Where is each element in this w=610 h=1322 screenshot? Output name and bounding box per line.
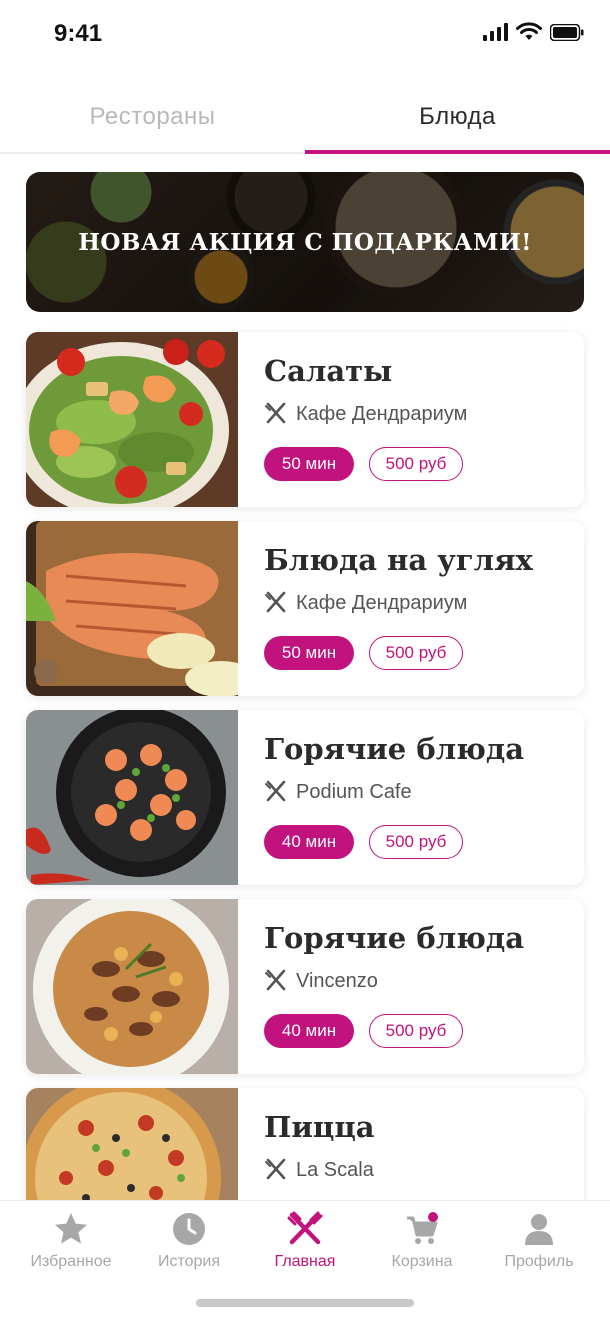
battery-icon [550,23,584,41]
dish-title: Горячие блюда [264,732,524,766]
price-badge: 500 руб [369,1014,463,1048]
dish-image-mushroom-plate [26,899,238,1074]
cutlery-icon [265,591,286,613]
home-indicator [196,1299,414,1307]
dish-title: Салаты [264,354,393,388]
promo-banner-text: НОВАЯ АКЦИЯ С ПОДАРКАМИ! [78,228,532,256]
dish-restaurant: Кафе Дендрариум [264,402,467,426]
nav-home[interactable]: Главная [244,1211,366,1281]
promo-banner[interactable]: НОВАЯ АКЦИЯ С ПОДАРКАМИ! [26,172,584,312]
dish-restaurant-name: Vincenzo [296,969,378,992]
dish-restaurant-name: Кафе Дендрариум [296,591,468,614]
wifi-icon [516,22,542,40]
dish-card-salads[interactable]: Салаты Кафе Дендрариум 50 мин 500 руб [26,332,584,507]
dish-image-shrimp-pan [26,710,238,885]
dish-restaurant-name: La Scala [296,1158,374,1181]
segment-tabs: Рестораны Блюда [0,82,610,154]
tab-dishes[interactable]: Блюда [305,82,610,152]
dish-title: Горячие блюда [264,921,524,955]
dish-restaurant-name: Podium Cafe [296,780,412,803]
tab-restaurants[interactable]: Рестораны [0,82,305,152]
dish-restaurant: Кафе Дендрариум [264,591,467,615]
nav-history[interactable]: История [128,1211,250,1281]
active-tab-indicator [305,150,610,154]
cutlery-icon [265,969,286,991]
dish-restaurant: La Scala [264,1158,374,1182]
dish-card-hot-vincenzo[interactable]: Горячие блюда Vincenzo 40 мин 500 руб [26,899,584,1074]
dish-restaurant: Vincenzo [264,969,378,993]
cutlery-icon [265,780,286,802]
star-icon [55,1213,87,1244]
delivery-time-badge: 50 мин [264,636,354,670]
cutlery-icon [265,402,286,424]
nav-cart[interactable]: Корзина [361,1211,483,1281]
nav-cart-label: Корзина [391,1253,453,1270]
status-bar: 9:41 [0,0,610,70]
dish-title: Пицца [264,1110,375,1144]
nav-profile-label: Профиль [504,1253,574,1270]
dish-card-hot-podium[interactable]: Горячие блюда Podium Cafe 40 мин 500 руб [26,710,584,885]
dish-image-salad [26,332,238,507]
status-icons [483,22,584,42]
dish-restaurant-name: Кафе Дендрариум [296,402,468,425]
status-time: 9:41 [54,20,103,47]
nav-favorites-label: Избранное [30,1253,112,1270]
nav-history-label: История [157,1253,221,1270]
dish-list: Салаты Кафе Дендрариум 50 мин 500 руб Бл… [26,332,584,1277]
user-icon [525,1214,553,1245]
signal-icon [483,23,508,41]
price-badge: 500 руб [369,636,463,670]
cart-badge [428,1212,438,1222]
price-badge: 500 руб [369,825,463,859]
nav-favorites[interactable]: Избранное [10,1211,132,1281]
delivery-time-badge: 40 мин [264,1014,354,1048]
clock-icon [173,1213,205,1245]
dish-title: Блюда на углях [264,543,533,577]
delivery-time-badge: 40 мин [264,825,354,859]
dish-image-grilled-fish [26,521,238,696]
fork-knife-icon [287,1211,323,1245]
dish-card-grill[interactable]: Блюда на углях Кафе Дендрариум 50 мин 50… [26,521,584,696]
price-badge: 500 руб [369,447,463,481]
nav-profile[interactable]: Профиль [478,1211,600,1281]
nav-home-label: Главная [274,1253,336,1270]
dish-restaurant: Podium Cafe [264,780,412,804]
delivery-time-badge: 50 мин [264,447,354,481]
cutlery-icon [265,1158,286,1180]
cart-icon [407,1212,438,1244]
